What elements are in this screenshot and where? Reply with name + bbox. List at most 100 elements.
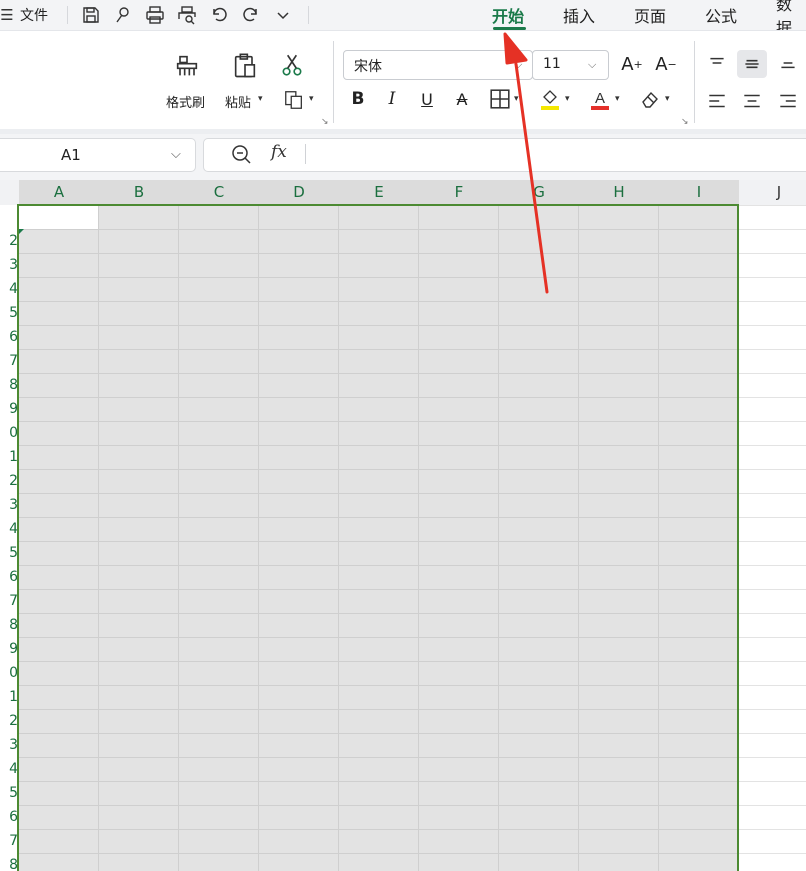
tab-data[interactable]: 数据 bbox=[776, 0, 806, 38]
row-header[interactable]: 2 bbox=[0, 469, 18, 493]
border-dropdown-icon[interactable]: ▾ bbox=[514, 94, 519, 104]
align-middle-icon[interactable] bbox=[737, 50, 767, 78]
name-box[interactable]: A1 ⌵ bbox=[0, 138, 196, 172]
file-menu[interactable]: 文件 bbox=[20, 0, 48, 30]
row-header[interactable]: 8 bbox=[0, 613, 18, 637]
row-header[interactable]: 7 bbox=[0, 829, 18, 853]
align-left-icon[interactable] bbox=[705, 89, 729, 113]
column-header-d[interactable]: D bbox=[259, 180, 339, 205]
row-header[interactable]: 8 bbox=[0, 853, 18, 871]
column-header-h[interactable]: H bbox=[579, 180, 659, 205]
row-header[interactable]: 4 bbox=[0, 757, 18, 781]
tab-insert[interactable]: 插入 bbox=[563, 0, 595, 30]
divider bbox=[694, 41, 695, 123]
more-chevron-icon[interactable] bbox=[272, 0, 294, 30]
column-header-e[interactable]: E bbox=[339, 180, 419, 205]
row-header[interactable]: 2 bbox=[0, 229, 18, 253]
align-right-icon[interactable] bbox=[776, 89, 800, 113]
column-header-j[interactable]: J bbox=[739, 180, 806, 205]
row-header[interactable]: 3 bbox=[0, 493, 18, 517]
row-header[interactable]: 6 bbox=[0, 805, 18, 829]
row-header[interactable]: 2 bbox=[0, 709, 18, 733]
worksheet[interactable]: ABCDEFGHIJ 234567890123456789012345678 bbox=[0, 180, 806, 871]
redo-icon[interactable] bbox=[240, 0, 262, 30]
save-icon[interactable] bbox=[80, 0, 102, 30]
row-header[interactable]: 6 bbox=[0, 565, 18, 589]
row-header[interactable]: 4 bbox=[0, 517, 18, 541]
row-header[interactable]: 5 bbox=[0, 541, 18, 565]
clear-format-icon[interactable] bbox=[638, 87, 662, 111]
zoom-out-icon[interactable] bbox=[230, 143, 254, 165]
divider bbox=[67, 6, 68, 24]
align-center-icon[interactable] bbox=[740, 89, 764, 113]
italic-button[interactable]: I bbox=[381, 87, 403, 111]
clear-format-dropdown-icon[interactable]: ▾ bbox=[665, 94, 670, 104]
row-header[interactable]: 9 bbox=[0, 397, 18, 421]
font-name-select[interactable]: 宋体 ⌵ bbox=[343, 50, 533, 80]
row-header[interactable]: 8 bbox=[0, 373, 18, 397]
svg-text:A: A bbox=[595, 90, 605, 107]
tab-formula[interactable]: 公式 bbox=[705, 0, 737, 30]
decrease-font-icon[interactable]: A − bbox=[654, 52, 678, 76]
format-brush-small-icon[interactable] bbox=[112, 0, 134, 30]
bold-button[interactable]: B bbox=[347, 87, 369, 111]
row-header[interactable]: 7 bbox=[0, 589, 18, 613]
font-launcher-icon[interactable]: ↘ bbox=[681, 117, 689, 127]
font-color-dropdown-icon[interactable]: ▾ bbox=[615, 94, 620, 104]
active-cell-a1[interactable] bbox=[19, 206, 98, 229]
column-header-g[interactable]: G bbox=[499, 180, 579, 205]
fill-handle[interactable] bbox=[19, 229, 24, 234]
font-size-select[interactable]: 11 ⌵ bbox=[532, 50, 609, 80]
row-header[interactable]: 4 bbox=[0, 277, 18, 301]
row-header[interactable]: 1 bbox=[0, 685, 18, 709]
strikethrough-button[interactable]: A bbox=[451, 87, 473, 111]
font-name-value: 宋体 bbox=[354, 59, 382, 75]
format-painter-label[interactable]: 格式刷 bbox=[166, 92, 205, 111]
align-top-icon[interactable] bbox=[705, 51, 729, 75]
column-header-c[interactable]: C bbox=[179, 180, 259, 205]
clipboard-launcher-icon[interactable]: ↘ bbox=[321, 117, 329, 127]
row-header[interactable]: 1 bbox=[0, 445, 18, 469]
formula-input[interactable] bbox=[203, 138, 806, 172]
insert-function-icon[interactable]: fx bbox=[271, 142, 287, 162]
row-header[interactable] bbox=[0, 205, 18, 229]
underline-button[interactable]: U bbox=[416, 87, 438, 111]
row-header[interactable]: 7 bbox=[0, 349, 18, 373]
column-header-i[interactable]: I bbox=[659, 180, 739, 205]
format-painter-icon[interactable] bbox=[172, 51, 202, 81]
row-header[interactable]: 5 bbox=[0, 301, 18, 325]
font-color-icon[interactable]: A bbox=[588, 87, 612, 111]
copy-dropdown-icon[interactable]: ▾ bbox=[309, 94, 314, 104]
undo-icon[interactable] bbox=[208, 0, 230, 30]
column-header-f[interactable]: F bbox=[419, 180, 499, 205]
row-header[interactable]: 0 bbox=[0, 421, 18, 445]
row-header[interactable]: 0 bbox=[0, 661, 18, 685]
chevron-down-icon: ⌵ bbox=[514, 58, 523, 71]
increase-font-icon[interactable]: A + bbox=[620, 52, 644, 76]
divider bbox=[308, 6, 309, 24]
copy-icon[interactable] bbox=[282, 88, 306, 112]
border-icon[interactable] bbox=[489, 88, 511, 110]
fill-color-icon[interactable] bbox=[538, 87, 562, 111]
paste-icon[interactable] bbox=[230, 51, 260, 81]
tab-home[interactable]: 开始 bbox=[492, 0, 524, 30]
print-preview-icon[interactable] bbox=[176, 0, 198, 30]
align-bottom-icon[interactable] bbox=[776, 51, 800, 75]
row-header[interactable]: 3 bbox=[0, 733, 18, 757]
cut-icon[interactable] bbox=[278, 51, 306, 79]
chevron-down-icon[interactable]: ⌵ bbox=[171, 147, 181, 162]
menu-icon[interactable]: ☰ bbox=[0, 0, 14, 30]
paste-label[interactable]: 粘贴 bbox=[225, 92, 251, 111]
fill-color-dropdown-icon[interactable]: ▾ bbox=[565, 94, 570, 104]
unselected-cells[interactable] bbox=[738, 205, 806, 871]
print-icon[interactable] bbox=[144, 0, 166, 30]
column-header-a[interactable]: A bbox=[19, 180, 99, 205]
row-header[interactable]: 9 bbox=[0, 637, 18, 661]
row-header[interactable]: 5 bbox=[0, 781, 18, 805]
paste-dropdown-icon[interactable]: ▾ bbox=[258, 94, 263, 104]
row-header[interactable]: 3 bbox=[0, 253, 18, 277]
tab-page[interactable]: 页面 bbox=[634, 0, 666, 30]
row-header[interactable]: 6 bbox=[0, 325, 18, 349]
column-header-b[interactable]: B bbox=[99, 180, 179, 205]
selected-range[interactable] bbox=[18, 205, 738, 871]
